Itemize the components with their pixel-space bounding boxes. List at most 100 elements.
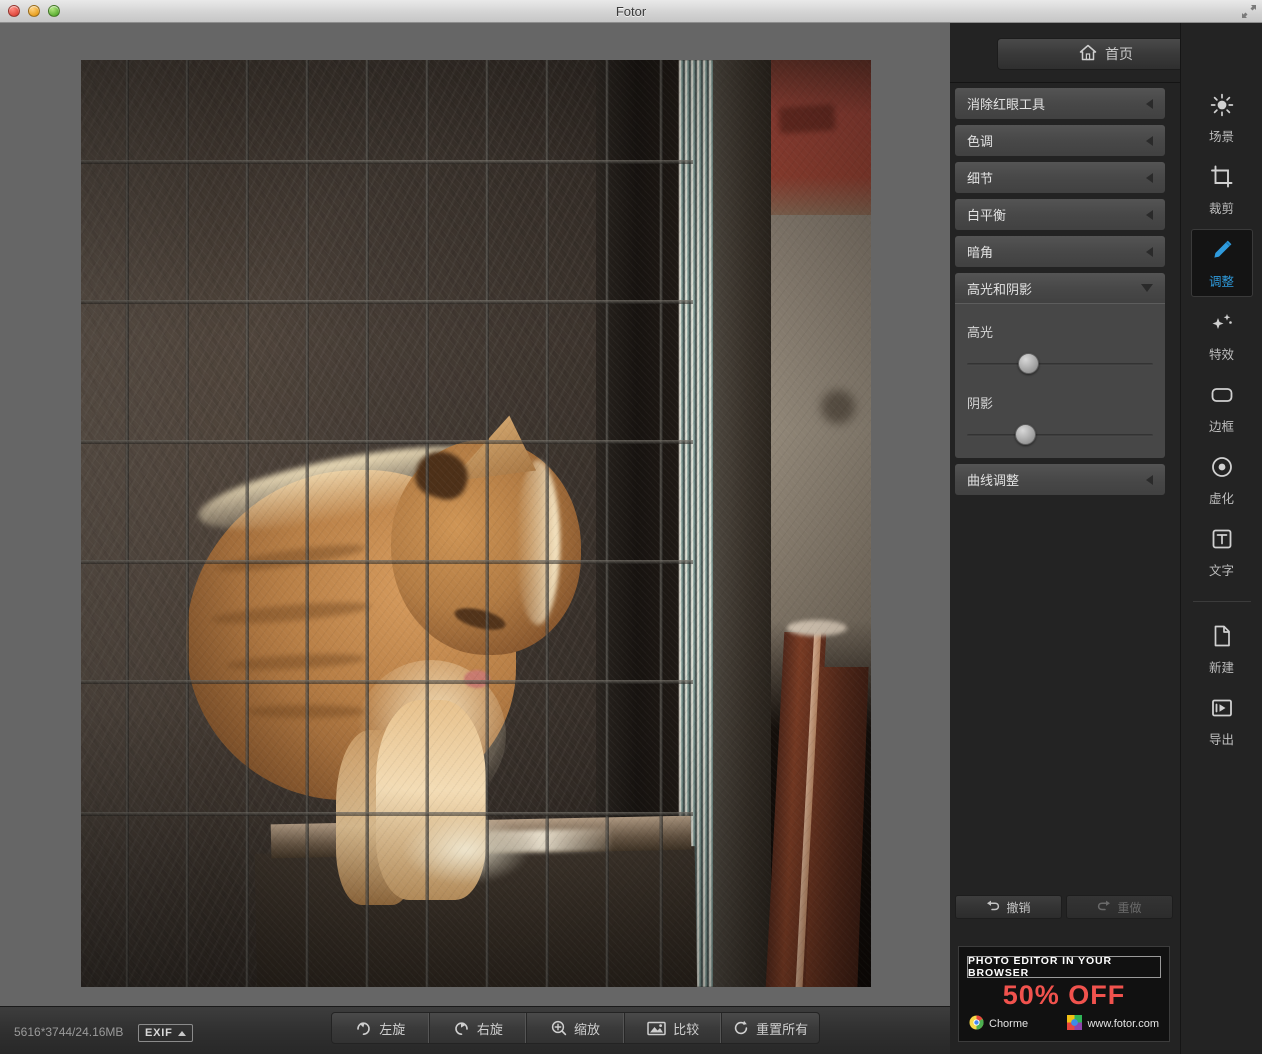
redo-label: 重做 xyxy=(1117,900,1142,915)
zoom-button-tool[interactable]: 缩放 xyxy=(527,1013,625,1043)
history-buttons: 撤销 重做 xyxy=(955,895,1173,919)
rail-item-text-label: 文字 xyxy=(1208,564,1234,578)
zoom-in-icon xyxy=(551,1020,567,1036)
tilt-shift-icon xyxy=(1210,455,1234,482)
exif-label: EXIF xyxy=(145,1027,173,1039)
promo-site[interactable]: www.fotor.com xyxy=(1067,1015,1159,1033)
rail-item-effects-label: 特效 xyxy=(1208,348,1234,362)
pencil-icon xyxy=(1210,238,1234,265)
rail-item-blur[interactable]: 虚化 xyxy=(1191,447,1253,513)
window-title-bar: Fotor xyxy=(0,0,1262,23)
zoom-label: 缩放 xyxy=(573,1021,600,1037)
canvas-area[interactable] xyxy=(0,23,950,1006)
promo-offer: 50% OFF xyxy=(1002,980,1126,1010)
tool-rail: 场景 裁剪 调整 特效 边框 虚化 文字 新建 导出 xyxy=(1180,23,1262,1054)
panel-highlights-shadows[interactable]: 高光和阴影 高光 阴影 xyxy=(955,273,1165,458)
rail-item-crop[interactable]: 裁剪 xyxy=(1191,157,1253,223)
panel-vignette-label: 暗角 xyxy=(967,245,994,260)
rail-item-adjust[interactable]: 调整 xyxy=(1190,229,1253,297)
panel-white-balance-label: 白平衡 xyxy=(967,208,1007,223)
rotate-right-button[interactable]: 右旋 xyxy=(430,1013,528,1043)
chevron-left-icon[interactable] xyxy=(1146,135,1153,146)
sparkles-icon xyxy=(1210,311,1234,338)
resize-corner-icon[interactable] xyxy=(1240,3,1258,20)
compare-button[interactable]: 比较 xyxy=(625,1013,723,1043)
chevron-left-icon[interactable] xyxy=(1146,246,1153,257)
caret-up-icon xyxy=(177,1030,186,1036)
rail-item-new[interactable]: 新建 xyxy=(1191,616,1253,682)
rail-item-scene-label: 场景 xyxy=(1208,130,1234,144)
highlight-slider-knob[interactable] xyxy=(1018,353,1040,374)
undo-arrow-icon xyxy=(986,900,1000,914)
shadow-slider-knob[interactable] xyxy=(1014,424,1036,445)
rail-divider xyxy=(1192,601,1251,602)
promo-browser[interactable]: Chorme xyxy=(969,1015,1028,1033)
rail-item-border[interactable]: 边框 xyxy=(1191,375,1253,441)
chevron-left-icon[interactable] xyxy=(1146,209,1153,220)
chevron-left-icon[interactable] xyxy=(1146,98,1153,109)
rail-item-crop-label: 裁剪 xyxy=(1208,202,1234,216)
rotate-left-label: 左旋 xyxy=(379,1021,406,1037)
panel-curves-label: 曲线调整 xyxy=(967,473,1020,488)
reset-all-label: 重置所有 xyxy=(756,1021,809,1037)
promo-headline: PHOTO EDITOR IN YOUR BROWSER xyxy=(967,955,1161,979)
panel-red-eye[interactable]: 消除红眼工具 xyxy=(955,88,1165,119)
rotate-right-icon xyxy=(453,1021,470,1036)
reset-all-icon xyxy=(733,1020,749,1036)
rail-item-blur-label: 虚化 xyxy=(1208,492,1234,506)
chevron-down-icon[interactable] xyxy=(1141,284,1153,292)
home-bar: 首页 xyxy=(950,23,1215,83)
rail-item-text[interactable]: 文字 xyxy=(1191,519,1253,585)
export-icon xyxy=(1210,696,1234,723)
reset-all-button[interactable]: 重置所有 xyxy=(722,1013,819,1043)
rotate-left-button[interactable]: 左旋 xyxy=(332,1013,430,1043)
home-label: 首页 xyxy=(1105,46,1133,62)
fotor-icon xyxy=(1067,1015,1083,1033)
rail-item-new-label: 新建 xyxy=(1208,661,1234,675)
panel-color-tone[interactable]: 色调 xyxy=(955,125,1165,156)
rail-item-border-label: 边框 xyxy=(1208,420,1234,434)
rotate-right-label: 右旋 xyxy=(476,1021,503,1037)
photo-image xyxy=(81,60,871,987)
undo-button[interactable]: 撤销 xyxy=(955,895,1062,919)
compare-label: 比较 xyxy=(673,1021,700,1037)
shadow-slider-label: 阴影 xyxy=(967,396,994,411)
panel-vignette[interactable]: 暗角 xyxy=(955,236,1165,267)
panel-detail[interactable]: 细节 xyxy=(955,162,1165,193)
crop-icon xyxy=(1210,165,1234,192)
chevron-left-icon[interactable] xyxy=(1146,172,1153,183)
promo-browser-label: Chorme xyxy=(989,1018,1029,1030)
rounded-frame-icon xyxy=(1210,383,1234,410)
window-title: Fotor xyxy=(615,4,647,19)
panel-white-balance[interactable]: 白平衡 xyxy=(955,199,1165,230)
shadow-slider-track[interactable] xyxy=(967,434,1153,437)
home-icon xyxy=(1079,44,1097,64)
promo-banner[interactable]: PHOTO EDITOR IN YOUR BROWSER 50% OFF Cho… xyxy=(958,946,1170,1042)
chevron-left-icon[interactable] xyxy=(1146,474,1153,485)
undo-label: 撤销 xyxy=(1006,900,1031,915)
rail-item-scene[interactable]: 场景 xyxy=(1191,85,1253,151)
panel-color-tone-label: 色调 xyxy=(967,134,994,149)
highlight-slider-label: 高光 xyxy=(967,325,994,340)
shadow-slider[interactable] xyxy=(967,424,1153,445)
highlights-shadows-body: 高光 阴影 xyxy=(955,304,1165,458)
rotate-left-icon xyxy=(355,1021,372,1036)
photo-viewport[interactable] xyxy=(81,60,871,987)
exif-button[interactable]: EXIF xyxy=(138,1024,193,1042)
chrome-icon xyxy=(969,1015,984,1033)
panel-curves[interactable]: 曲线调整 xyxy=(955,464,1165,495)
rail-item-export[interactable]: 导出 xyxy=(1191,688,1253,754)
rail-item-export-label: 导出 xyxy=(1208,733,1234,747)
sun-icon xyxy=(1210,93,1234,120)
adjust-accordion: 消除红眼工具 色调 细节 白平衡 暗角 高光和阴影 高光 阴影 曲线调整 xyxy=(955,88,1165,501)
highlight-slider-track[interactable] xyxy=(967,363,1153,366)
panel-red-eye-label: 消除红眼工具 xyxy=(967,97,1046,112)
rail-item-adjust-label: 调整 xyxy=(1208,275,1234,289)
image-info-label: 5616*3744/24.16MB xyxy=(14,1025,124,1039)
compare-image-icon xyxy=(647,1021,666,1036)
panel-detail-label: 细节 xyxy=(967,171,994,186)
redo-button[interactable]: 重做 xyxy=(1066,895,1173,919)
rail-item-effects[interactable]: 特效 xyxy=(1191,303,1253,369)
highlight-slider[interactable] xyxy=(967,353,1153,374)
bottom-toolbar: 左旋 右旋 缩放 比较 重置所有 xyxy=(331,1012,820,1044)
